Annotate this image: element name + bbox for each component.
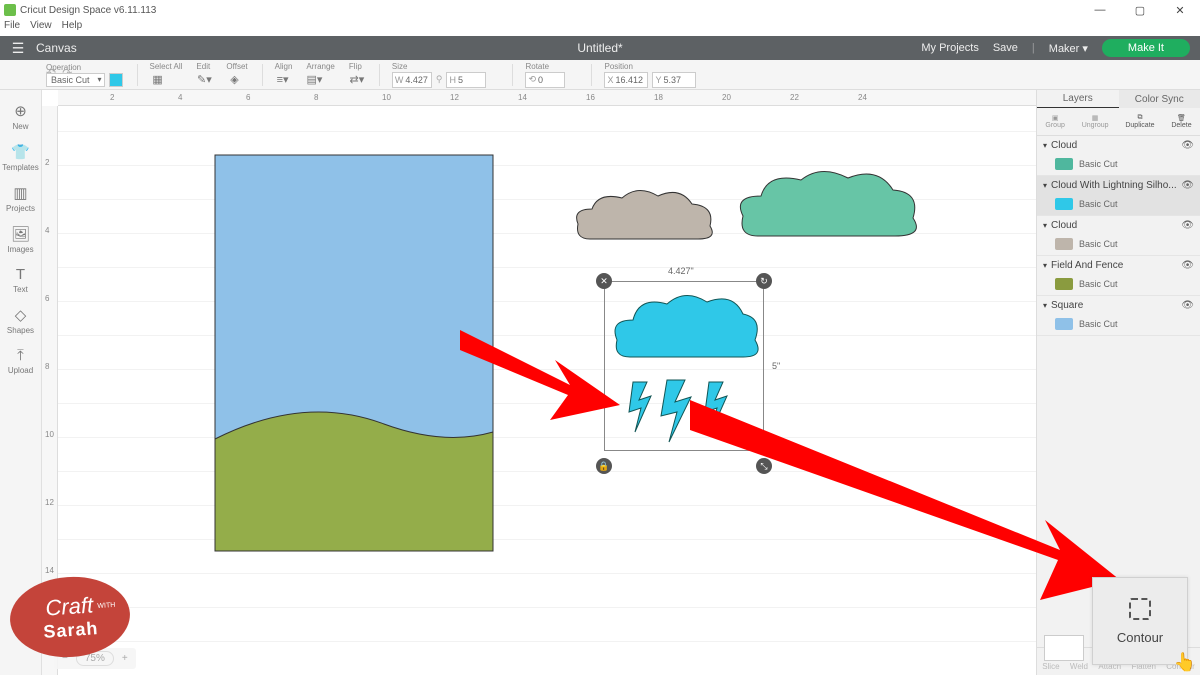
- tab-layers[interactable]: Layers: [1037, 90, 1119, 108]
- visibility-icon[interactable]: 👁: [1181, 140, 1194, 151]
- sidebar-new[interactable]: ⊕New: [0, 96, 41, 137]
- tab-colorsync[interactable]: Color Sync: [1119, 90, 1200, 108]
- offset-icon[interactable]: ◈: [226, 72, 242, 88]
- handle-rotate[interactable]: ↻: [756, 273, 772, 289]
- width-input[interactable]: W4.427: [392, 72, 432, 88]
- rotate-input[interactable]: ⟲0: [525, 72, 565, 88]
- action-ungroup[interactable]: ▦Ungroup: [1082, 114, 1109, 129]
- flip-icon[interactable]: ⇄▾: [349, 72, 365, 88]
- align-icon[interactable]: ≡▾: [275, 72, 291, 88]
- visibility-icon[interactable]: 👁: [1181, 180, 1194, 191]
- canvas-label: Canvas: [36, 41, 77, 55]
- window-minimize[interactable]: —: [1080, 0, 1120, 20]
- visibility-icon[interactable]: 👁: [1181, 260, 1194, 271]
- action-delete[interactable]: 🗑Delete: [1171, 114, 1191, 129]
- sidebar-upload[interactable]: ⤒Upload: [0, 341, 41, 381]
- menu-file[interactable]: File: [4, 20, 20, 36]
- shape-cloud-green[interactable]: [733, 164, 923, 254]
- selection-box[interactable]: [604, 281, 764, 451]
- handle-resize[interactable]: ⤡: [756, 458, 772, 474]
- handle-delete[interactable]: ✕: [596, 273, 612, 289]
- ruler-horizontal: 24681012141618202224: [58, 90, 1036, 106]
- sidebar-templates[interactable]: 👕Templates: [0, 137, 41, 178]
- edit-icon[interactable]: ✎▾: [196, 72, 212, 88]
- sidebar-images[interactable]: 🖼Images: [0, 219, 41, 260]
- machine-selector[interactable]: Maker ▾: [1049, 42, 1088, 55]
- pos-x-input[interactable]: X16.412: [604, 72, 648, 88]
- my-projects-link[interactable]: My Projects: [921, 42, 978, 54]
- layer-field-and-fence[interactable]: ▾Field And Fence👁Basic Cut: [1037, 256, 1200, 296]
- color-swatch[interactable]: [109, 73, 123, 87]
- pos-y-input[interactable]: Y5.37: [652, 72, 696, 88]
- shape-square-field[interactable]: [214, 154, 494, 552]
- menu-help[interactable]: Help: [62, 20, 83, 36]
- window-maximize[interactable]: ▢: [1120, 0, 1160, 20]
- color-preview: [1044, 635, 1084, 661]
- selection-width-label: 4.427": [668, 266, 694, 276]
- save-button[interactable]: Save: [993, 42, 1018, 54]
- handle-lock[interactable]: 🔒: [596, 458, 612, 474]
- visibility-icon[interactable]: 👁: [1181, 300, 1194, 311]
- arrange-icon[interactable]: ▤▾: [306, 72, 322, 88]
- sidebar-text[interactable]: TText: [0, 260, 41, 300]
- make-it-button[interactable]: Make It: [1102, 39, 1190, 57]
- layer-square[interactable]: ▾Square👁Basic Cut: [1037, 296, 1200, 336]
- document-title: Untitled*: [577, 41, 622, 55]
- zoom-in-icon[interactable]: +: [122, 653, 128, 664]
- action-group[interactable]: ▣Group: [1045, 114, 1064, 129]
- app-logo: [4, 4, 16, 16]
- contour-icon: [1129, 598, 1151, 620]
- hamburger-icon[interactable]: ☰: [0, 40, 36, 57]
- shape-cloud-lightning[interactable]: [605, 282, 765, 452]
- selection-height-label: 5": [772, 361, 780, 371]
- sidebar-shapes[interactable]: ◇Shapes: [0, 300, 41, 341]
- layer-cloud[interactable]: ▾Cloud👁Basic Cut: [1037, 216, 1200, 256]
- height-input[interactable]: H5: [446, 72, 486, 88]
- select-all-icon[interactable]: ▦: [150, 72, 166, 88]
- layer-cloud[interactable]: ▾Cloud👁Basic Cut: [1037, 136, 1200, 176]
- window-close[interactable]: ✕: [1160, 0, 1200, 20]
- cursor-icon: 👆: [1174, 652, 1196, 673]
- visibility-icon[interactable]: 👁: [1181, 220, 1194, 231]
- menu-view[interactable]: View: [30, 20, 52, 36]
- shape-cloud-gray[interactable]: [570, 184, 720, 254]
- action-duplicate[interactable]: ⧉Duplicate: [1125, 114, 1154, 129]
- operation-select[interactable]: Basic Cut: [46, 73, 105, 87]
- canvas[interactable]: ✕ ↻ 🔒 ⤡ 4.427" 5": [58, 106, 1036, 675]
- app-title: Cricut Design Space v6.11.113: [20, 5, 156, 16]
- layer-cloud-with-lightning-silho-[interactable]: ▾Cloud With Lightning Silho...👁Basic Cut: [1037, 176, 1200, 216]
- sidebar-projects[interactable]: ▥Projects: [0, 178, 41, 219]
